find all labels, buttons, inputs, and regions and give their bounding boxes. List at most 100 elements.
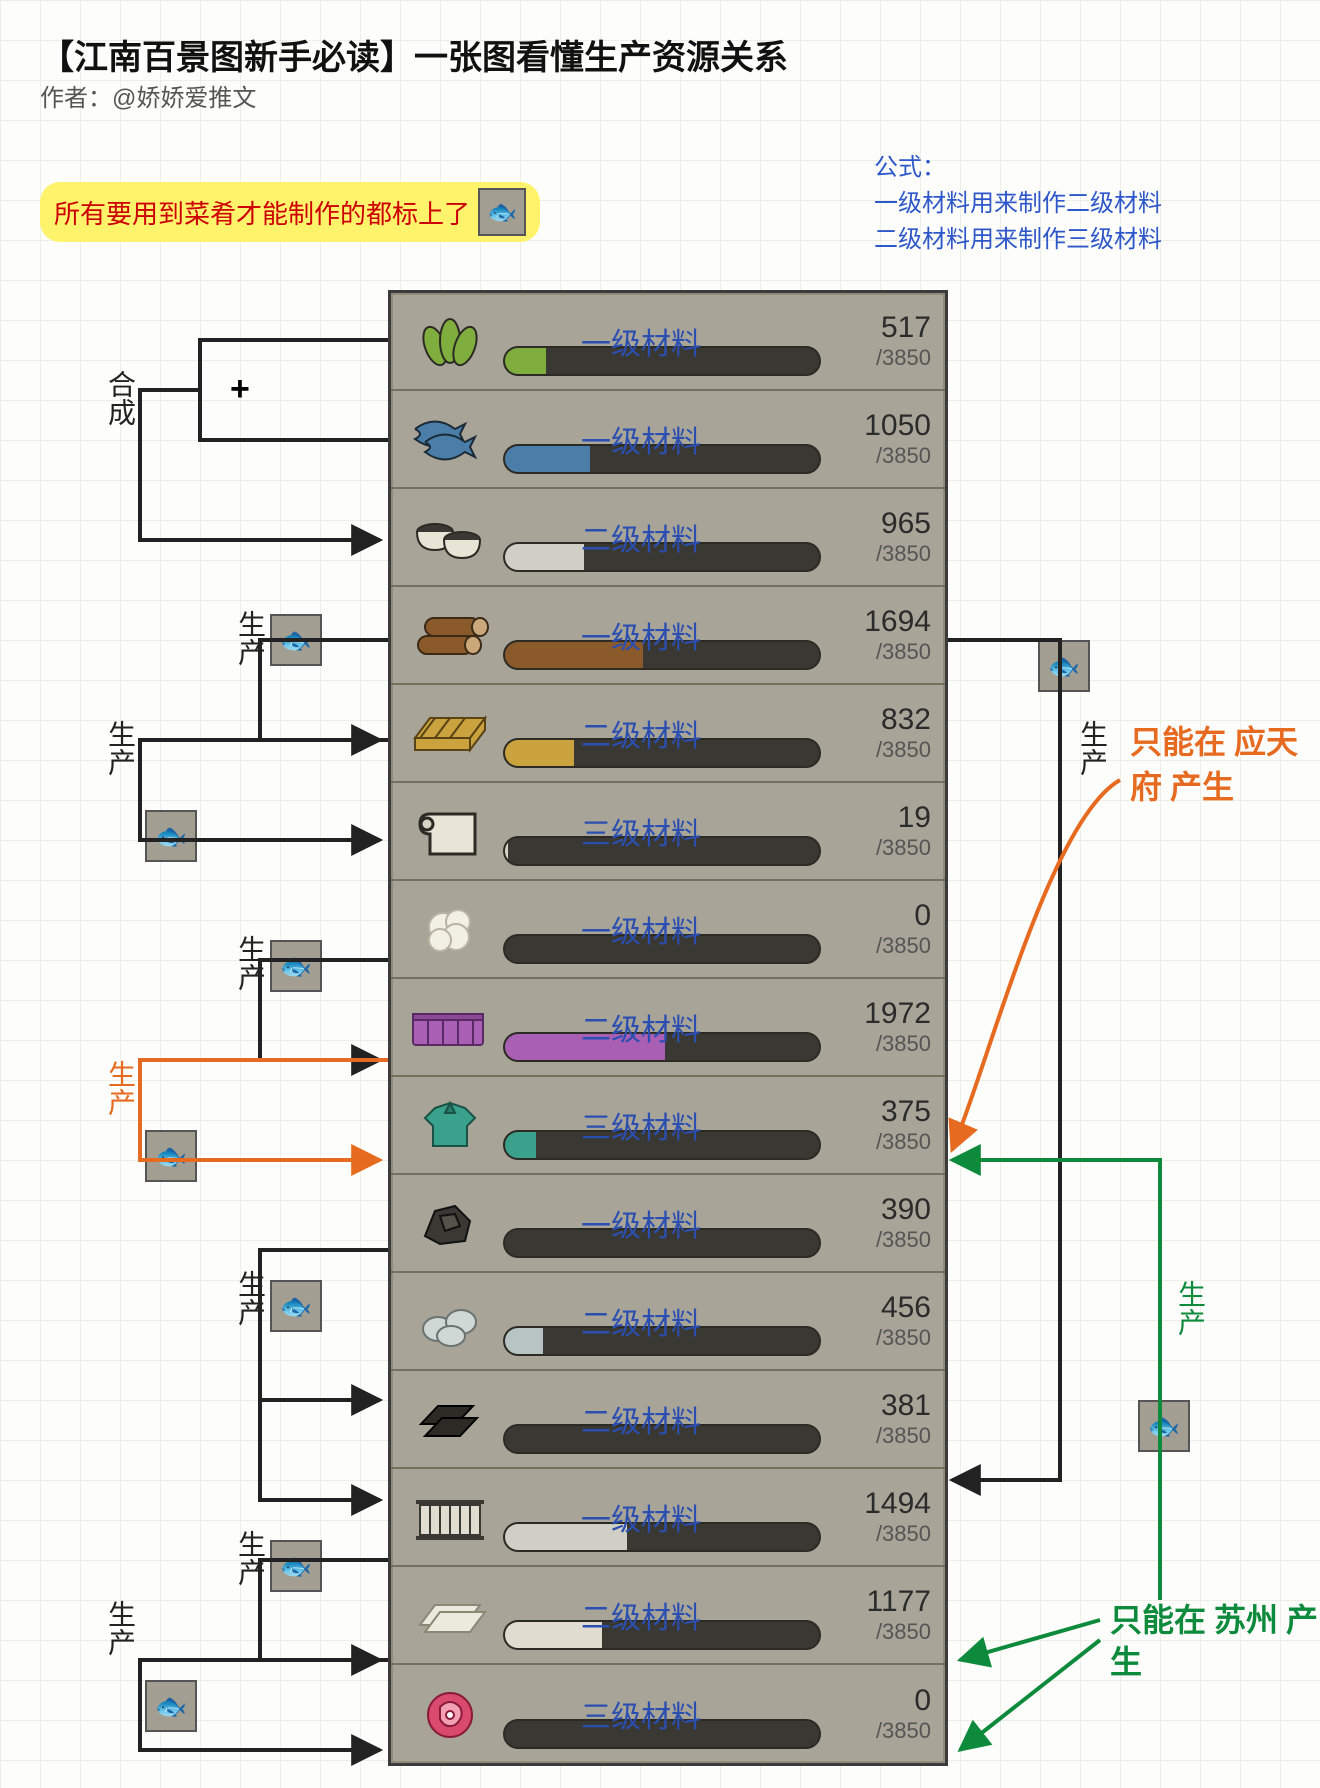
amount-max: /3850 [831,1423,931,1449]
amount-current: 1177 [831,1585,931,1619]
material-row: 二级材料 381 /3850 [391,1371,945,1469]
tier-label: 一级材料 [581,319,701,363]
amount-current: 375 [831,1095,931,1129]
material-row: 二级材料 456 /3850 [391,1273,945,1371]
note-suzhou: 只能在 苏州 产生 [1110,1600,1320,1683]
tier-label: 一级材料 [581,417,701,461]
amounts: 19 /3850 [831,801,931,861]
anno-produce-1: 生产 [230,610,270,666]
amount-max: /3850 [831,1521,931,1547]
plus-symbol: + [230,370,250,409]
tier-label: 一级材料 [581,907,701,951]
tier-label: 三级材料 [581,1692,701,1736]
amount-current: 19 [831,801,931,835]
materials-panel: 一级材料 517 /3850 一级材料 1050 /3850 二级材料 965 … [388,290,948,1766]
highlight-text: 所有要用到菜肴才能制作的都标上了 [54,194,470,231]
dish-marker-right-2: 🐟 [1138,1400,1190,1452]
amount-max: /3850 [831,737,931,763]
tier-label: 二级材料 [581,515,701,559]
material-row: 一级材料 1694 /3850 [391,587,945,685]
formula-l1: 公式： [874,150,1162,186]
material-row: 三级材料 375 /3850 [391,1077,945,1175]
tier-label: 二级材料 [581,711,701,755]
material-row: 一级材料 390 /3850 [391,1175,945,1273]
embroidery-icon [401,1674,499,1754]
anno-produce-4: 生产 [230,1270,270,1326]
amount-current: 381 [831,1389,931,1423]
amount-current: 1694 [831,605,931,639]
amount-current: 0 [831,1684,931,1718]
tier-label: 三级材料 [581,1103,701,1147]
scroll-icon [401,791,499,871]
amount-max: /3850 [831,345,931,371]
dish-icon: 🐟 [478,188,526,236]
material-row: 一级材料 517 /3850 [391,293,945,391]
material-row: 三级材料 19 /3850 [391,783,945,881]
amount-max: /3850 [831,835,931,861]
amounts: 1694 /3850 [831,605,931,665]
vegetable-icon [401,301,499,381]
page-title: 【江南百景图新手必读】一张图看懂生产资源关系 [40,30,788,79]
tier-label: 二级材料 [581,1005,701,1049]
anno-combine: 合成 [100,370,140,426]
amounts: 1177 /3850 [831,1585,931,1645]
anno-produce-orange: 生产 [100,1060,140,1116]
fabric-icon [401,987,499,1067]
tier-label: 一级材料 [581,1201,701,1245]
amounts: 375 /3850 [831,1095,931,1155]
material-row: 一级材料 1494 /3850 [391,1469,945,1567]
author-line: 作者：@娇娇爱推文 [40,78,256,113]
tier-label: 二级材料 [581,1593,701,1637]
amounts: 0 /3850 [831,899,931,959]
tier-label: 二级材料 [581,1299,701,1343]
dish-marker-6: 🐟 [270,1540,322,1592]
dish-marker-right-1: 🐟 [1038,640,1090,692]
silk-cloth-icon [401,1575,499,1655]
material-row: 二级材料 1972 /3850 [391,979,945,1077]
formula-block: 公式： 一级材料用来制作二级材料 二级材料用来制作三级材料 [874,150,1162,258]
amount-max: /3850 [831,1227,931,1253]
dish-bowls-icon [401,497,499,577]
material-row: 二级材料 965 /3850 [391,489,945,587]
material-row: 二级材料 832 /3850 [391,685,945,783]
amount-max: /3850 [831,1718,931,1744]
silk-reel-icon [401,1477,499,1557]
amounts: 517 /3850 [831,311,931,371]
amounts: 832 /3850 [831,703,931,763]
dish-marker-2: 🐟 [145,810,197,862]
amounts: 1494 /3850 [831,1487,931,1547]
dish-marker-5: 🐟 [270,1280,322,1332]
amount-current: 517 [831,311,931,345]
amount-current: 1972 [831,997,931,1031]
clay-icon [401,1281,499,1361]
tier-label: 一级材料 [581,1495,701,1539]
material-row: 一级材料 1050 /3850 [391,391,945,489]
tier-label: 二级材料 [581,1397,701,1441]
dish-marker-1: 🐟 [270,614,322,666]
amounts: 456 /3850 [831,1291,931,1351]
amount-current: 1050 [831,409,931,443]
note-yingtian: 只能在 应天府 产生 [1130,720,1320,810]
anno-produce-2: 生产 [100,720,140,776]
ore-icon [401,1183,499,1263]
highlight-note: 所有要用到菜肴才能制作的都标上了 🐟 [40,182,540,242]
amounts: 965 /3850 [831,507,931,567]
material-row: 一级材料 0 /3850 [391,881,945,979]
amount-current: 456 [831,1291,931,1325]
formula-l3: 二级材料用来制作三级材料 [874,222,1162,258]
clothes-icon [401,1085,499,1165]
amount-max: /3850 [831,1031,931,1057]
anno-produce-right-green: 生产 [1170,1280,1210,1336]
amount-max: /3850 [831,933,931,959]
planks-icon [401,693,499,773]
amount-current: 965 [831,507,931,541]
amount-current: 390 [831,1193,931,1227]
amount-max: /3850 [831,1619,931,1645]
amounts: 390 /3850 [831,1193,931,1253]
formula-l2: 一级材料用来制作二级材料 [874,186,1162,222]
dish-marker-7: 🐟 [145,1680,197,1732]
amount-current: 0 [831,899,931,933]
anno-produce-right-1: 生产 [1072,720,1112,776]
charcoal-icon [401,1379,499,1459]
anno-produce-5: 生产 [230,1530,270,1586]
